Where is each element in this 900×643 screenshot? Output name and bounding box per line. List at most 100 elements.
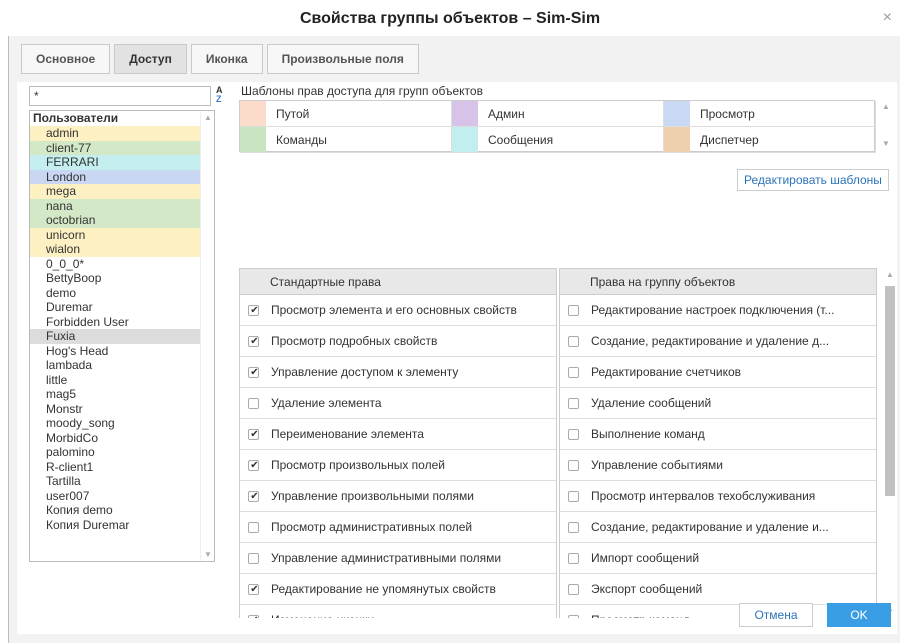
right-checkbox[interactable] [568,335,579,347]
user-list-item[interactable]: unicorn [30,227,214,242]
right-checkbox[interactable] [248,366,260,378]
edit-templates-button[interactable]: Редактировать шаблоны [737,169,889,191]
template-item[interactable]: Просмотр [664,101,876,127]
right-checkbox[interactable] [248,490,260,502]
user-list-item[interactable]: lambada [30,358,214,373]
user-list-item[interactable]: BettyBoop [30,271,214,286]
right-checkbox[interactable] [248,552,259,564]
right-checkbox[interactable] [568,459,579,471]
rights-scrollbar[interactable]: ▲ ▼ [883,268,897,618]
right-label: Создание, редактирование и удаление д... [591,334,830,348]
right-row: Удаление элемента [240,388,556,419]
right-row: Управление доступом к элементу [240,357,556,388]
tab-access[interactable]: Доступ [114,44,187,74]
tab-icon[interactable]: Иконка [190,44,263,74]
right-row: Импорт сообщений [560,543,876,574]
tab-general[interactable]: Основное [21,44,111,74]
user-list-item[interactable]: R-client1 [30,460,214,475]
right-label: Редактирование счетчиков [591,365,742,379]
access-panel: * AZ Пользователи admin client-77 FERRARI L… [17,82,897,634]
user-list-item[interactable]: FERRARI [30,155,214,170]
right-label: Управление произвольными полями [271,489,474,503]
user-list-item[interactable]: little [30,373,214,388]
template-item[interactable]: Сообщения [452,127,664,153]
group-rights-header: Права на группу объектов [560,269,876,295]
template-label: Просмотр [700,106,755,121]
right-checkbox[interactable] [248,614,260,618]
right-checkbox[interactable] [568,304,579,316]
template-item[interactable]: Диспетчер [664,127,876,153]
right-checkbox[interactable] [568,552,579,564]
user-list-item[interactable]: client-77 [30,140,214,155]
dialog-title: Свойства группы объектов – Sim-Sim [299,10,601,27]
right-row: Экспорт сообщений [560,574,876,605]
right-label: Выполнение команд [591,427,705,441]
standard-rights-header: Стандартные права [240,269,556,295]
user-list-item[interactable]: demo [30,286,214,301]
scroll-up-icon[interactable]: ▲ [204,113,212,122]
scroll-up-icon[interactable]: ▲ [882,102,890,111]
user-list-item[interactable]: user007 [30,489,214,504]
scroll-down-icon[interactable]: ▼ [882,139,890,148]
user-list-item[interactable]: mega [30,184,214,199]
user-list-item[interactable]: octobrian [30,213,214,228]
user-list-item[interactable]: moody_song [30,416,214,431]
right-checkbox[interactable] [248,521,259,533]
right-label: Просмотр административных полей [271,520,473,534]
scroll-down-icon[interactable]: ▼ [204,550,212,559]
user-search-input[interactable]: * [29,86,211,106]
user-list-item[interactable]: palomino [30,445,214,460]
right-label: Управление доступом к элементу [271,365,459,379]
template-color-swatch [664,101,690,126]
right-label: Редактирование настроек подключения (т..… [591,303,835,317]
users-scrollbar[interactable]: ▲ ▼ [200,111,214,561]
user-list-item[interactable]: Hog's Head [30,344,214,359]
tab-custom-fields[interactable]: Произвольные поля [266,44,419,74]
right-checkbox[interactable] [248,304,260,316]
close-icon[interactable]: × [883,9,892,27]
user-list-item[interactable]: Tartilla [30,474,214,489]
right-checkbox[interactable] [568,428,579,440]
right-checkbox[interactable] [248,428,260,440]
right-row: Удаление сообщений [560,388,876,419]
right-checkbox[interactable] [568,614,579,618]
user-list-item[interactable]: Копия demo [30,503,214,518]
user-list-item[interactable]: Копия Duremar [30,518,214,533]
template-item[interactable]: Админ [452,101,664,127]
scroll-thumb[interactable] [885,286,895,496]
user-list-item[interactable]: wialon [30,242,214,257]
user-list-item[interactable]: 0_0_0* [30,257,214,272]
right-checkbox[interactable] [248,397,259,409]
right-checkbox[interactable] [568,490,579,502]
template-color-swatch [452,127,478,152]
user-list-item[interactable]: Forbidden User [30,315,214,330]
right-checkbox[interactable] [568,583,579,595]
right-row: Изменение иконки [240,605,556,618]
user-list-item[interactable]: mag5 [30,387,214,402]
tab-bar: Основное Доступ Иконка Произвольные поля [21,44,423,74]
sort-az-icon[interactable]: AZ [216,86,230,104]
scroll-up-icon[interactable]: ▲ [886,270,894,279]
user-list-item[interactable]: admin [30,126,214,141]
templates-scrollbar[interactable]: ▲ ▼ [879,100,893,152]
user-list-item[interactable]: Fuxia [30,329,214,344]
right-checkbox[interactable] [568,366,579,378]
user-list-item[interactable]: MorbidCo [30,431,214,446]
right-checkbox[interactable] [248,583,260,595]
right-checkbox[interactable] [248,459,260,471]
right-checkbox[interactable] [568,397,579,409]
user-list-item[interactable]: Monstr [30,402,214,417]
right-label: Просмотр произвольных полей [271,458,445,472]
template-item[interactable]: Путой [240,101,452,127]
template-item[interactable]: Команды [240,127,452,153]
user-list-item[interactable]: London [30,169,214,184]
ok-button[interactable]: OK [827,603,891,627]
right-checkbox[interactable] [248,335,260,347]
template-label: Команды [276,132,327,147]
cancel-button[interactable]: Отмена [739,603,813,627]
right-row: Редактирование настроек подключения (т..… [560,295,876,326]
template-color-swatch [240,127,266,152]
user-list-item[interactable]: nana [30,198,214,213]
user-list-item[interactable]: Duremar [30,300,214,315]
right-checkbox[interactable] [568,521,579,533]
